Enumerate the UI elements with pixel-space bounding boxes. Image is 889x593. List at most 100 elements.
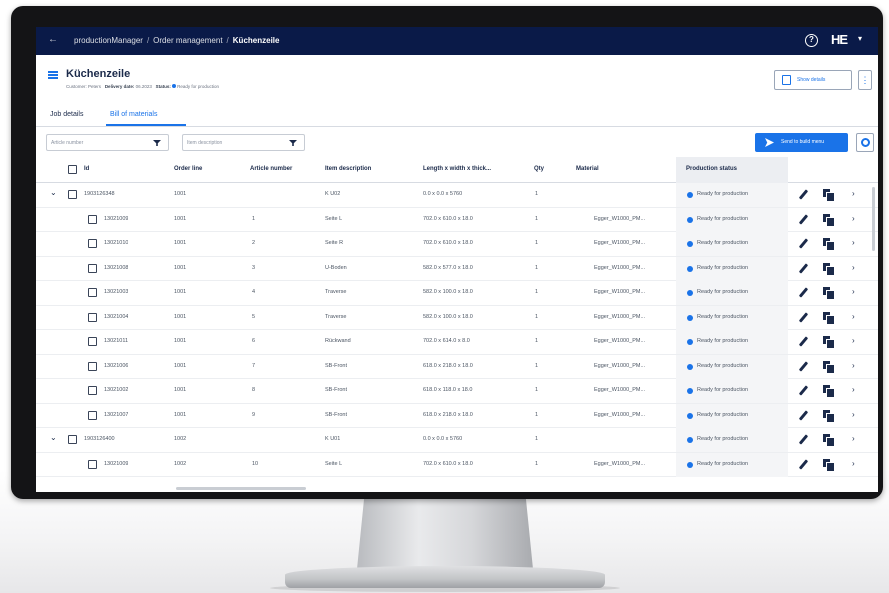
copy-icon[interactable] [823,409,835,423]
chevron-right-icon[interactable]: › [852,189,855,198]
pencil-icon[interactable] [798,434,809,445]
show-details-button[interactable]: Show details [774,70,852,90]
copy-icon[interactable] [823,385,835,398]
chevron-right-icon[interactable]: › [852,361,855,370]
column-header-dimensions[interactable]: Length x width x thick... [423,166,491,172]
row-checkbox[interactable] [88,361,97,371]
column-header-article-number[interactable]: Article number [250,166,292,172]
chevron-right-icon[interactable]: › [852,263,855,272]
table-row[interactable]: 13021004 1001 5 Traverse 582.0 x 100.0 x 18.… [36,305,878,330]
pencil-icon[interactable] [798,262,809,274]
column-header-production-status[interactable]: Production status [686,166,737,172]
chevron-right-icon[interactable]: › [852,410,855,419]
copy-icon[interactable] [823,360,835,374]
table-row[interactable]: 13021002 1001 8 SB-Front 618.0 x 118.0 x 18.… [36,379,878,404]
chevron-right-icon[interactable]: › [852,336,855,345]
chevron-right-icon[interactable]: › [852,459,855,468]
cell-order-line: 1001 [174,289,187,295]
pencil-icon[interactable] [798,336,809,347]
pencil-icon[interactable] [798,238,809,249]
chevron-down-icon[interactable]: ▾ [858,34,862,43]
copy-icon[interactable] [823,189,835,202]
filter-icon[interactable] [153,140,161,146]
status-dot-icon [687,461,693,468]
copy-icon[interactable] [823,262,835,276]
table-row[interactable]: 13021008 1001 3 U-Boden 582.0 x 577.0 x 18.0… [36,256,878,281]
pencil-icon[interactable] [798,213,809,225]
copy-icon[interactable] [823,336,835,349]
brand-logo[interactable]: HE [831,32,848,47]
row-checkbox[interactable] [88,288,97,297]
status-dot-icon [172,84,177,88]
chevron-right-icon[interactable]: › [852,214,855,223]
send-to-build-menu-button[interactable]: Send to build menu [755,133,848,152]
tab-job-details[interactable]: Job details [50,111,83,118]
row-checkbox[interactable] [88,214,97,224]
cell-order-line: 1001 [174,264,187,271]
copy-icon[interactable] [823,213,835,227]
pencil-icon[interactable] [798,385,809,396]
chevron-down-icon[interactable]: ⌄ [50,433,57,442]
top-bar: ← productionManager / Order management / Küc… [36,27,878,55]
chevron-right-icon[interactable]: › [852,312,855,321]
row-checkbox[interactable] [88,410,97,420]
item-description-input[interactable] [187,137,283,148]
article-number-filter[interactable] [46,134,169,151]
row-checkbox[interactable] [88,459,97,469]
item-description-filter[interactable] [182,134,305,151]
column-header-order-line[interactable]: Order line [174,166,202,172]
tab-bill-of-materials[interactable]: Bill of materials [110,111,157,118]
pencil-icon[interactable] [798,360,809,372]
filter-icon[interactable] [289,140,297,146]
pencil-icon[interactable] [798,409,809,421]
more-options-button[interactable]: ⋮ [858,70,872,90]
chevron-down-icon[interactable]: ⌄ [50,188,57,197]
table-row[interactable]: 13021003 1001 4 Traverse 582.0 x 100.0 x 18.… [36,281,878,306]
help-icon[interactable]: ? [805,34,818,47]
row-checkbox[interactable] [88,312,97,322]
menu-icon[interactable] [48,71,58,79]
table-row[interactable]: 13021009 1001 1 Seite L 702.0 x 610.0 x 18.0… [36,207,878,232]
table-settings-button[interactable] [856,133,874,152]
row-checkbox[interactable] [88,337,97,346]
pencil-icon[interactable] [798,287,809,298]
copy-icon[interactable] [823,287,835,300]
column-header-id[interactable]: Id [84,166,89,172]
table-group-row[interactable]: ⌄ 1903126400 1002 K U01 0.0 x 0.0 x 5760 1 Rea… [36,428,878,453]
chevron-right-icon[interactable]: › [852,238,855,247]
back-arrow-icon[interactable]: ← [48,34,58,45]
pencil-icon[interactable] [798,189,809,200]
row-checkbox[interactable] [68,435,77,444]
table-group-row[interactable]: ⌄ 1903126348 1001 K U02 0.0 x 0.0 x 5760 1 Rea… [36,183,878,208]
copy-icon[interactable] [823,238,835,251]
copy-icon[interactable] [823,311,835,325]
column-header-material[interactable]: Material [576,166,599,172]
table-row[interactable]: 13021011 1001 6 Rückwand 702.0 x 614.0 x 8.0… [36,330,878,355]
chevron-right-icon[interactable]: › [852,385,855,394]
row-checkbox[interactable] [88,386,97,395]
row-checkbox[interactable] [88,263,97,273]
column-header-qty[interactable]: Qty [534,166,544,172]
cell-material: Egger_W1000_PM... [594,362,646,369]
pencil-icon[interactable] [798,458,809,470]
horizontal-scrollbar[interactable] [176,487,306,490]
cell-material: Egger_W1000_PM... [594,240,646,246]
copy-icon[interactable] [823,458,835,472]
row-checkbox[interactable] [68,190,77,199]
row-checkbox[interactable] [88,239,97,248]
article-number-input[interactable] [51,137,147,148]
table-row[interactable]: 13021010 1001 2 Seite R 702.0 x 610.0 x 18.0… [36,232,878,257]
select-all-checkbox[interactable] [68,165,77,174]
table-row[interactable]: 13021007 1001 9 SB-Front 618.0 x 218.0 x 18.… [36,403,878,428]
column-header-item-description[interactable]: Item description [325,166,371,172]
table-row[interactable]: 13021009 1002 10 Seite L 702.0 x 610.0 x 18.… [36,452,878,477]
cell-production-status: Ready for production [697,460,749,467]
vertical-scrollbar[interactable] [872,187,875,251]
breadcrumb-item[interactable]: Order management [153,36,222,45]
chevron-right-icon[interactable]: › [852,287,855,296]
chevron-right-icon[interactable]: › [852,434,855,443]
copy-icon[interactable] [823,434,835,447]
table-row[interactable]: 13021006 1001 7 SB-Front 618.0 x 218.0 x 18.… [36,354,878,379]
breadcrumb-item[interactable]: productionManager [74,36,143,45]
pencil-icon[interactable] [798,311,809,323]
